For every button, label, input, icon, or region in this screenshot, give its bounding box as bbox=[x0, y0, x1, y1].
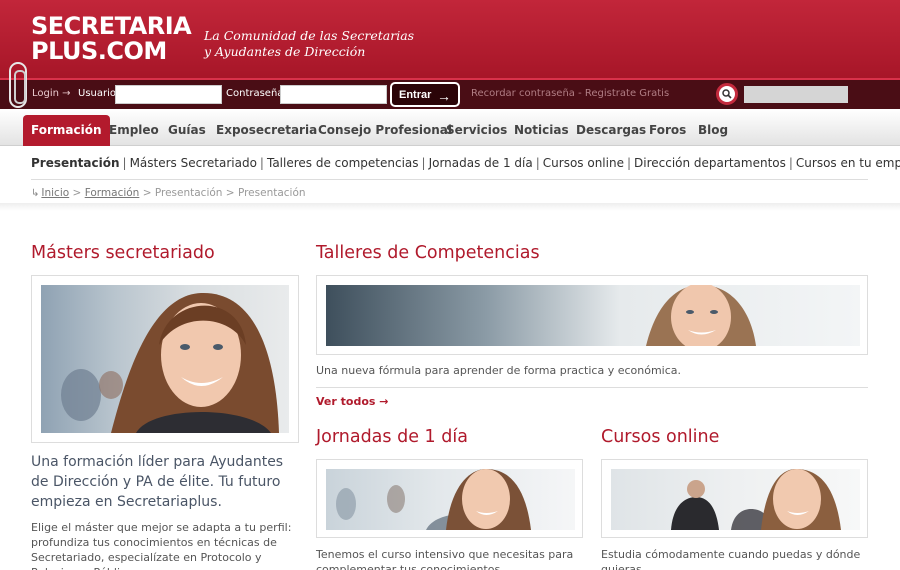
masters-lead: Una formación líder para Ayudantes de Di… bbox=[31, 454, 284, 510]
user-label: Usuario bbox=[78, 88, 117, 99]
tagline-line2: y Ayudantes de Dirección bbox=[204, 44, 366, 59]
jornadas-photo bbox=[326, 469, 575, 530]
breadcrumb: ↳ Inicio > Formación > Presentación > Pre… bbox=[31, 187, 306, 199]
cursos-online-photo bbox=[611, 469, 860, 530]
masters-photo bbox=[41, 285, 289, 433]
nav-item-exposecretaria[interactable]: Exposecretaria bbox=[216, 115, 317, 146]
jornadas-title[interactable]: Jornadas de 1 día bbox=[316, 427, 468, 447]
nav-item-foros[interactable]: Foros bbox=[649, 115, 686, 146]
talleres-image-frame[interactable] bbox=[316, 275, 868, 355]
masters-title[interactable]: Másters secretariado bbox=[31, 243, 215, 263]
main-nav: Formación Empleo Guías Exposecretaria Co… bbox=[0, 109, 900, 146]
subnav-item-empresa[interactable]: Cursos en tu empresa bbox=[796, 156, 900, 170]
entrar-label: Entrar bbox=[399, 88, 432, 101]
nav-item-servicios[interactable]: Servicios bbox=[446, 115, 507, 146]
search-input[interactable] bbox=[744, 86, 848, 103]
nav-item-descargas[interactable]: Descargas bbox=[576, 115, 646, 146]
cursos-online-title[interactable]: Cursos online bbox=[601, 427, 719, 447]
login-label: Login → bbox=[32, 88, 71, 99]
divider bbox=[316, 387, 868, 388]
breadcrumb-current: Presentación bbox=[237, 187, 306, 199]
breadcrumb-presentacion: Presentación bbox=[154, 187, 223, 199]
sub-nav: Presentación | Másters Secretariado | Taller… bbox=[31, 156, 900, 170]
account-links[interactable]: Recordar contraseña - Registrate Gratis bbox=[471, 88, 669, 99]
password-input[interactable] bbox=[280, 85, 387, 104]
subnav-item-talleres[interactable]: Talleres de competencias bbox=[267, 156, 419, 170]
arrow-right-icon: → bbox=[437, 88, 451, 104]
site-logo[interactable]: SECRETARIA PLUS.COM bbox=[31, 12, 192, 65]
masters-image-frame[interactable] bbox=[31, 275, 299, 443]
login-bar: Login → Usuario Contraseña Entrar → Reco… bbox=[0, 78, 900, 109]
search-button[interactable] bbox=[716, 83, 738, 105]
masters-text: Elige el máster que mejor se adapta a tu… bbox=[31, 521, 292, 570]
nav-item-blog[interactable]: Blog bbox=[698, 115, 728, 146]
tagline-line1: La Comunidad de las Secretarias bbox=[204, 28, 415, 43]
business-people-image bbox=[671, 469, 841, 530]
talleres-title[interactable]: Talleres de Competencias bbox=[316, 243, 540, 263]
content-top-band bbox=[0, 203, 900, 211]
logo-line2: PLUS.COM bbox=[31, 37, 167, 65]
logo-line1: SECRETARIA bbox=[31, 12, 192, 40]
username-input[interactable] bbox=[115, 85, 222, 104]
jornadas-text: Tenemos el curso intensivo que necesitas… bbox=[316, 548, 574, 570]
return-arrow-icon: ↳ bbox=[31, 188, 40, 199]
cursos-online-image-frame[interactable] bbox=[601, 459, 868, 538]
ver-todos-link[interactable]: Ver todos → bbox=[316, 395, 388, 408]
site-tagline: La Comunidad de las Secretarias y Ayudan… bbox=[204, 28, 414, 60]
breadcrumb-home[interactable]: Inicio bbox=[41, 187, 69, 199]
nav-item-empleo[interactable]: Empleo bbox=[109, 115, 159, 146]
breadcrumb-formacion[interactable]: Formación bbox=[85, 187, 140, 199]
subnav-item-cursos-online[interactable]: Cursos online bbox=[543, 156, 624, 170]
woman-smiling-banner-image bbox=[646, 285, 756, 346]
subnav-item-direccion[interactable]: Dirección departamentos bbox=[634, 156, 786, 170]
cursos-online-text: Estudia cómodamente cuando puedas y dónd… bbox=[601, 548, 861, 570]
divider bbox=[31, 179, 868, 180]
site-header: SECRETARIA PLUS.COM La Comunidad de las … bbox=[0, 0, 900, 78]
password-label: Contraseña bbox=[226, 88, 284, 99]
entrar-button[interactable]: Entrar → bbox=[390, 82, 460, 107]
woman-portrait-image bbox=[61, 292, 279, 433]
nav-item-noticias[interactable]: Noticias bbox=[514, 115, 569, 146]
subnav-item-masters[interactable]: Másters Secretariado bbox=[130, 156, 257, 170]
office-people-image bbox=[336, 469, 531, 530]
paperclip-icon bbox=[9, 62, 27, 108]
nav-item-formacion[interactable]: Formación bbox=[23, 115, 110, 146]
talleres-text: Una nueva fórmula para aprender de forma… bbox=[316, 364, 682, 377]
subnav-item-presentacion[interactable]: Presentación bbox=[31, 156, 120, 170]
nav-item-guias[interactable]: Guías bbox=[168, 115, 206, 146]
subnav-item-jornadas[interactable]: Jornadas de 1 día bbox=[429, 156, 533, 170]
jornadas-image-frame[interactable] bbox=[316, 459, 583, 538]
nav-item-consejo-profesional[interactable]: Consejo Profesional bbox=[318, 115, 452, 146]
talleres-photo bbox=[326, 285, 860, 346]
search-icon bbox=[722, 89, 732, 99]
